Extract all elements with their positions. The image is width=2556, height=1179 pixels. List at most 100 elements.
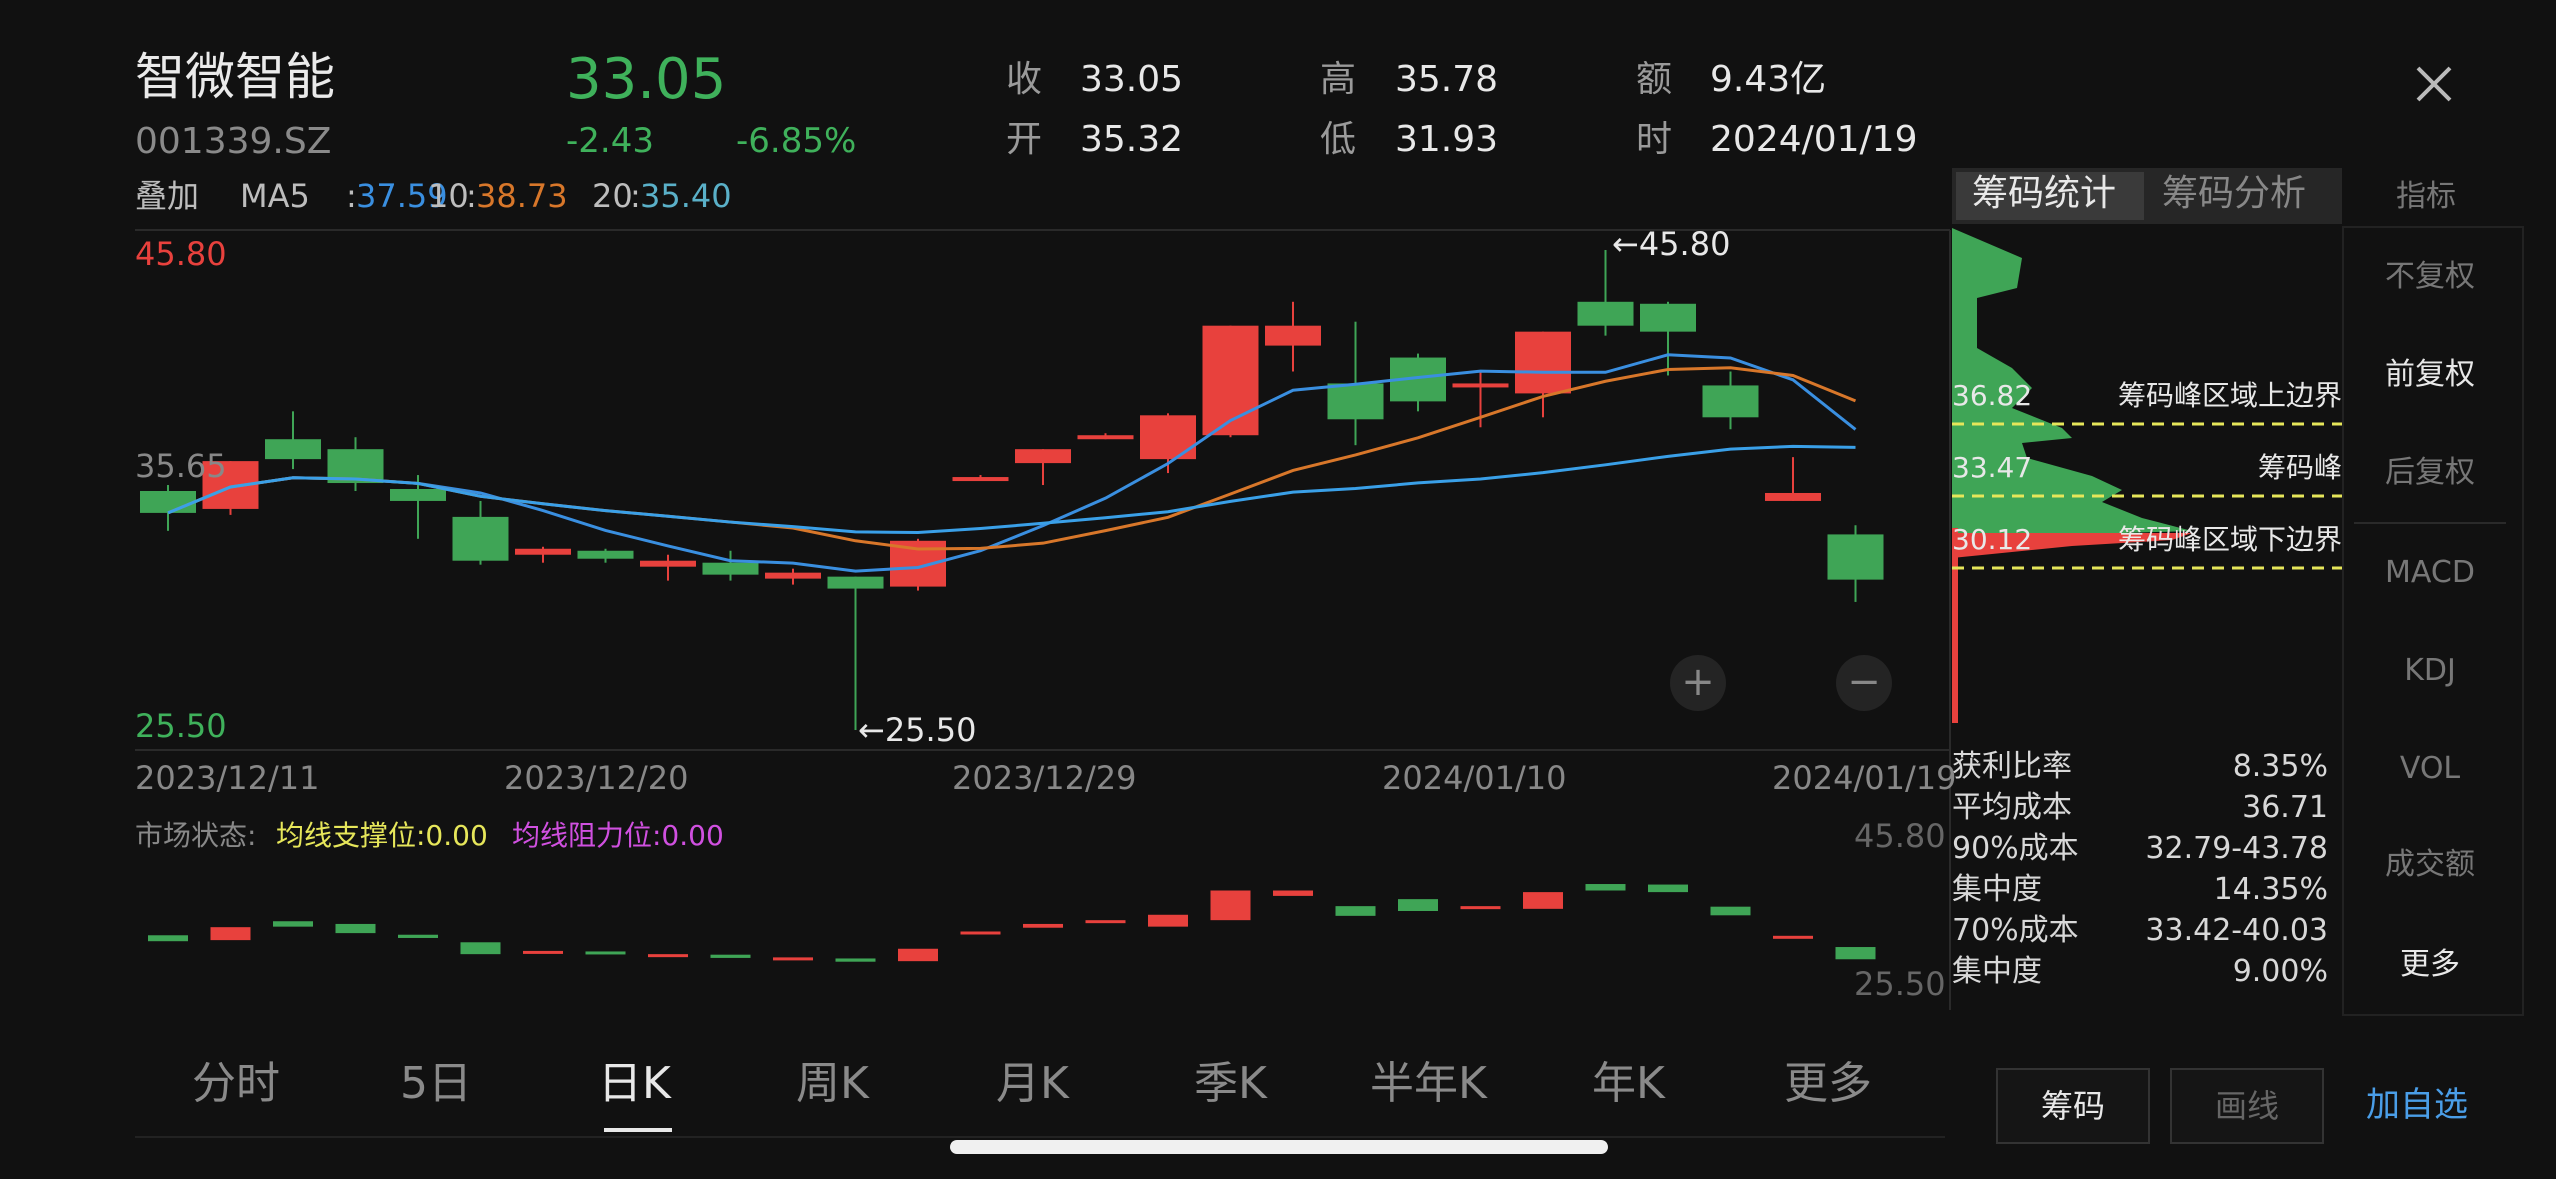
sub-chart-min: 25.50	[1854, 965, 1946, 1003]
sub-chart-bar	[1648, 884, 1688, 893]
draw-line-button[interactable]: 画线	[2170, 1068, 2324, 1144]
candle-body	[1327, 383, 1384, 420]
stat-value: 36.71	[2242, 790, 2328, 825]
tab-more[interactable]: 更多	[1784, 1062, 1872, 1106]
sub-chart-bar	[1085, 920, 1126, 924]
selected-tab-indicator	[604, 1128, 672, 1132]
sub-chart-bar	[460, 942, 501, 955]
max-marker: ←45.80	[1612, 228, 1730, 260]
candle-body	[1452, 383, 1509, 388]
sub-chart-bar	[835, 958, 876, 962]
candle-body	[702, 562, 759, 575]
menu-kdj[interactable]: KDJ	[2340, 656, 2520, 686]
side-menu-divider	[2354, 522, 2506, 524]
indicator-label[interactable]: 指标	[2396, 182, 2456, 212]
stat-value: 14.35%	[2213, 872, 2328, 907]
sub-chart-bar	[1210, 890, 1251, 921]
tab-chip-analysis[interactable]: 筹码分析	[2162, 176, 2306, 212]
sub-chart-bar	[1398, 899, 1438, 911]
date-label: 2023/12/29	[952, 759, 1137, 797]
tab-chip-stats[interactable]: 筹码统计	[1972, 176, 2116, 212]
stat-label: 90%成本	[1952, 831, 2079, 866]
sub-chart-bar	[335, 923, 376, 934]
min-marker: ←25.50	[858, 714, 976, 746]
sub-chart-bar	[148, 935, 188, 942]
candle-body	[827, 576, 884, 589]
sub-chart-bar	[773, 957, 813, 961]
date-label: 2024/01/10	[1382, 759, 1567, 797]
candle-body	[1640, 303, 1696, 332]
tab-daily-k[interactable]: 日K	[598, 1062, 671, 1106]
candle-body	[140, 490, 196, 513]
sub-chart-bar	[210, 927, 251, 941]
ma5-line	[167, 353, 1857, 573]
tab-monthly-k[interactable]: 月K	[996, 1062, 1069, 1106]
tab-5day[interactable]: 5日	[400, 1062, 472, 1106]
sub-chart-bar	[1148, 914, 1188, 927]
ma-resistance: 均线阻力位:0.00	[512, 819, 724, 852]
candle-body	[1202, 325, 1259, 436]
sub-chart-bar	[273, 921, 313, 927]
sub-chart-bar	[1585, 884, 1626, 891]
date-label: 2023/12/11	[135, 759, 320, 797]
menu-more[interactable]: 更多	[2340, 950, 2520, 980]
sub-chart-bar	[523, 950, 563, 954]
sub-chart-max: 45.80	[1854, 817, 1946, 855]
sub-chart-bar	[398, 934, 438, 938]
sub-chart-bar	[710, 954, 751, 958]
sub-chart-bar	[1023, 923, 1063, 928]
candle-body	[952, 477, 1009, 482]
tab-intraday[interactable]: 分时	[192, 1062, 280, 1106]
sub-chart-bar	[648, 954, 688, 958]
candle-body	[1765, 492, 1821, 501]
ma10-line	[167, 366, 1857, 551]
candle-body	[1827, 534, 1884, 580]
stat-label: 集中度	[1952, 954, 2042, 989]
y-mid-label: 35.65	[135, 447, 227, 485]
candle-body	[1702, 385, 1759, 418]
candle-body	[765, 572, 821, 579]
candle-body	[1077, 435, 1134, 440]
chip-distribution-chart	[1952, 228, 2342, 723]
menu-turnover[interactable]: 成交额	[2340, 850, 2520, 880]
candle-body	[1265, 325, 1321, 346]
add-watchlist-button[interactable]: 加自选	[2366, 1088, 2468, 1122]
candle-body	[1140, 415, 1196, 460]
stat-label: 集中度	[1952, 872, 2042, 907]
candle-body	[1015, 449, 1071, 464]
candle-body	[640, 560, 696, 567]
menu-macd[interactable]: MACD	[2340, 558, 2520, 588]
tab-yearly-k[interactable]: 年K	[1592, 1062, 1665, 1106]
chip-lower-value: 30.12	[1952, 523, 2033, 556]
menu-backward-adjust[interactable]: 后复权	[2340, 458, 2520, 488]
zoom-in-icon[interactable]: +	[1670, 655, 1726, 711]
tab-weekly-k[interactable]: 周K	[796, 1062, 869, 1106]
max-marker-value: 45.80	[1638, 225, 1731, 263]
chips-button[interactable]: 筹码	[1996, 1068, 2150, 1144]
side-menu	[2342, 226, 2524, 1016]
sub-chart-bar	[1460, 906, 1501, 910]
stat-label: 70%成本	[1952, 913, 2079, 948]
tab-halfyear-k[interactable]: 半年K	[1370, 1062, 1487, 1106]
tabs-divider	[135, 1136, 1945, 1138]
candle-body	[577, 550, 634, 559]
y-min-label: 25.50	[135, 707, 227, 745]
sub-chart-bar	[960, 931, 1001, 935]
stat-value: 32.79-43.78	[2145, 831, 2328, 866]
menu-forward-adjust[interactable]: 前复权	[2340, 360, 2520, 390]
menu-no-adjust[interactable]: 不复权	[2340, 262, 2520, 292]
tab-quarterly-k[interactable]: 季K	[1194, 1062, 1267, 1106]
chip-upper-label: 筹码峰区域上边界	[2117, 379, 2342, 412]
sub-chart-bar	[898, 948, 938, 962]
min-marker-value: 25.50	[884, 711, 977, 749]
market-state-label: 市场状态:	[135, 819, 257, 852]
menu-vol[interactable]: VOL	[2340, 754, 2520, 784]
y-max-label: 45.80	[135, 235, 227, 273]
arrow-left-icon: ←	[858, 711, 885, 749]
zoom-out-icon[interactable]: −	[1836, 655, 1892, 711]
home-indicator	[950, 1140, 1608, 1154]
sub-chart-bar	[1710, 906, 1751, 916]
stat-label: 获利比率	[1952, 749, 2072, 784]
candle-body	[515, 548, 571, 555]
arrow-left-icon: ←	[1612, 225, 1639, 263]
